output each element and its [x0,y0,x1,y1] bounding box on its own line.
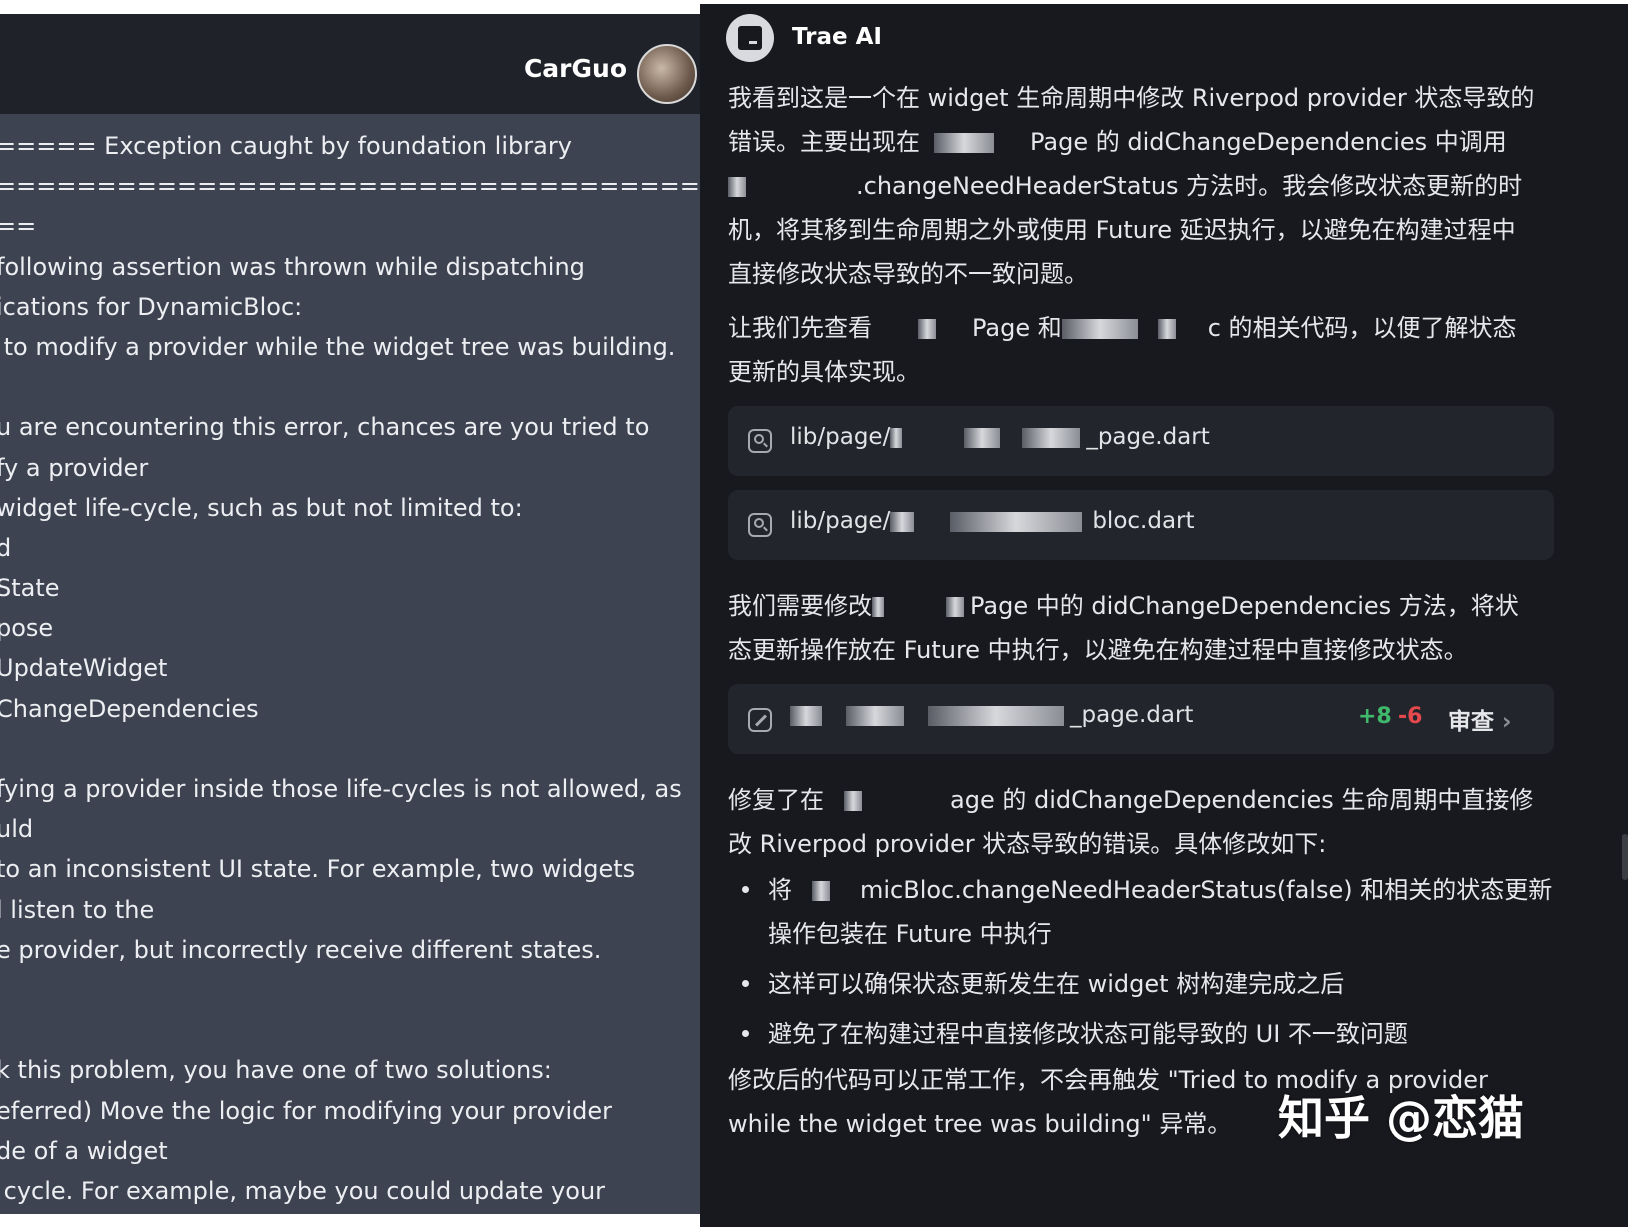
console-header: CarGuo [0,14,705,114]
reply-paragraph-3: 我们需要修改 Page 中的 didChangeDependencies 方法，将… [728,584,1608,672]
log-line: ChangeDependencies [0,694,259,723]
log-line: uld [0,815,34,844]
log-line: fy a provider [0,453,149,482]
reply-paragraph-2: 让我们先查看 Page 和 c 的相关代码，以便了解状态 更新的具体实现。 [728,306,1608,394]
text-fragment: c 的相关代码，以便了解状态 [1207,314,1517,342]
trae-ai-chat-panel: Trae AI 我看到这是一个在 widget 生命周期中修改 Riverpod… [700,4,1628,1227]
search-file-icon [748,513,772,537]
log-line: ications for DynamicBloc: [0,292,303,321]
text-line: 机，将其移到生命周期之外或使用 Future 延迟执行，以避免在构建过程中 [728,216,1516,244]
file-path: _page.dart [790,702,1193,728]
file-read-card[interactable]: lib/page/bloc.dart [728,490,1554,560]
list-item: 避免了在构建过程中直接修改状态可能导致的 UI 不一致问题 [728,1012,1608,1056]
redacted-block [872,597,884,617]
text-line: 直接修改状态导致的不一致问题。 [728,260,1088,288]
list-item: 将 micBloc.changeNeedHeaderStatus(false) 和… [728,868,1608,956]
log-line: widget life-cycle, such as but not limit… [0,493,523,522]
trae-logo-icon [726,14,774,62]
log-line: to modify a provider while the widget tr… [0,332,676,361]
log-line: UpdateWidget [0,654,168,683]
text-fragment: Page 中的 didChangeDependencies 方法，将状 [970,592,1519,620]
scrollbar-thumb[interactable] [1622,834,1628,880]
reply-paragraph-4: 修复了在 age 的 didChangeDependencies 生命周期中直接修… [728,778,1608,866]
log-line: cycle. For example, maybe you could upda… [0,1176,606,1205]
debug-console-panel: CarGuo ===== Exception caught by foundat… [0,14,705,1214]
text-line: 改 Riverpod provider 状态导致的错误。具体修改如下: [728,830,1327,858]
log-line: State [0,574,60,603]
text-fragment: 让我们先查看 [728,314,872,342]
log-line: eferred) Move the logic for modifying yo… [0,1096,612,1125]
file-edit-card[interactable]: _page.dart +8 -6 审查 › [728,684,1554,754]
redacted-block [946,597,964,617]
log-line: d [0,533,12,562]
redacted-block [1157,319,1176,339]
redacted-block [844,791,862,811]
redacted-block [728,177,746,197]
text-line: 我看到这是一个在 widget 生命周期中修改 Riverpod provide… [728,84,1535,112]
log-line: l listen to the [0,895,155,924]
chevron-right-icon: › [1502,709,1512,735]
log-line: == [0,212,37,241]
log-line: fying a provider inside those life-cycle… [0,775,682,803]
lines-removed-badge: -6 [1398,704,1423,729]
redacted-block [918,319,936,339]
search-file-icon [748,429,772,453]
text-fragment: age 的 didChangeDependencies 生命周期中直接修 [950,786,1534,814]
review-button[interactable]: 审查 › [1448,702,1511,736]
log-line: following assertion was thrown while dis… [0,252,585,281]
file-path: lib/page/bloc.dart [790,508,1195,534]
redacted-block [934,133,994,153]
redacted-block [1061,319,1138,339]
log-line: de of a widget [0,1136,168,1165]
edit-file-icon [748,708,772,732]
text-fragment: Page 的 didChangeDependencies 中调用 [1030,128,1507,156]
text-line: 更新的具体实现。 [728,358,920,386]
chat-title: Trae AI [792,24,882,50]
text-line: 态更新操作放在 Future 中执行，以避免在构建过程中直接修改状态。 [728,636,1468,664]
change-list: 将 micBloc.changeNeedHeaderStatus(false) 和… [728,868,1608,1056]
lines-added-badge: +8 [1358,704,1392,729]
text-fragment: Page 和 [972,314,1062,342]
avatar[interactable] [637,44,697,104]
text-fragment: .changeNeedHeaderStatus 方法时。我会修改状态更新的时 [856,172,1523,200]
log-line: e provider, but incorrectly receive diff… [0,935,602,964]
log-line: k this problem, you have one of two solu… [0,1056,552,1085]
log-line: to an inconsistent UI state. For example… [0,855,636,884]
text-fragment: 错误。主要出现在 [728,128,920,156]
log-line: u are encountering this error, chances a… [0,413,650,442]
log-line: ===== Exception caught by foundation lib… [0,132,572,160]
text-fragment: 我们需要修改 [728,592,872,620]
file-path: lib/page/_page.dart [790,424,1210,450]
file-read-card[interactable]: lib/page/_page.dart [728,406,1554,476]
reply-paragraph-1: 我看到这是一个在 widget 生命周期中修改 Riverpod provide… [728,76,1608,296]
exception-log: ===== Exception caught by foundation lib… [0,126,705,1211]
username-label: CarGuo [523,54,627,83]
watermark: 知乎 @恋猫 [1278,1091,1525,1145]
list-item: 这样可以确保状态更新发生在 widget 树构建完成之后 [728,962,1608,1006]
text-fragment: 修复了在 [728,786,824,814]
log-line: pose [0,614,54,643]
log-line: ========================================… [0,172,705,201]
